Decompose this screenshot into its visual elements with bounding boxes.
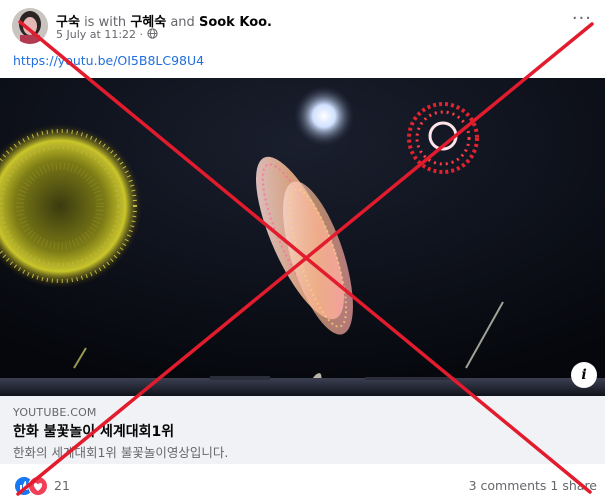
link-domain: YOUTUBE.COM — [13, 406, 97, 419]
engagement-stats: 3 comments 1 share — [469, 478, 597, 493]
post-meta: 5 July at 11:22 · — [56, 28, 158, 41]
author-avatar[interactable] — [12, 8, 48, 44]
link-preview-card[interactable]: YOUTUBE.COM 한화 불꽃놀이 세계대회1위 한화의 세계대회1위 불꽃… — [0, 396, 605, 464]
shares-count[interactable]: 1 share — [550, 478, 597, 493]
post-header: 구숙 is with 구혜숙 and Sook Koo. 5 July at 1… — [12, 6, 592, 46]
globe-icon[interactable] — [146, 28, 158, 39]
reaction-count[interactable]: 21 — [54, 478, 70, 493]
comments-count[interactable]: 3 comments — [469, 478, 547, 493]
avatar-image — [12, 8, 48, 44]
info-button[interactable]: i — [571, 362, 597, 388]
meta-separator: · — [139, 28, 144, 41]
link-description: 한화의 세계대회1위 불꽃놀이영상입니다. — [13, 445, 229, 460]
link-title[interactable]: 한화 불꽃놀이 세계대회1위 — [13, 421, 174, 441]
and-text: and — [170, 15, 195, 30]
post-timestamp[interactable]: 5 July at 11:22 — [56, 28, 136, 41]
post-link[interactable]: https://youtu.be/OI5B8LC98U4 — [13, 53, 204, 68]
more-options-button[interactable]: ··· — [572, 8, 592, 29]
fireworks-image — [0, 78, 605, 396]
ellipsis-icon: ··· — [571, 8, 592, 29]
tagged-user-2[interactable]: Sook Koo. — [199, 15, 272, 30]
love-icon — [28, 476, 48, 496]
info-icon: i — [581, 367, 587, 383]
post-footer: 21 3 comments 1 share — [0, 470, 605, 503]
video-thumbnail[interactable]: i — [0, 78, 605, 396]
